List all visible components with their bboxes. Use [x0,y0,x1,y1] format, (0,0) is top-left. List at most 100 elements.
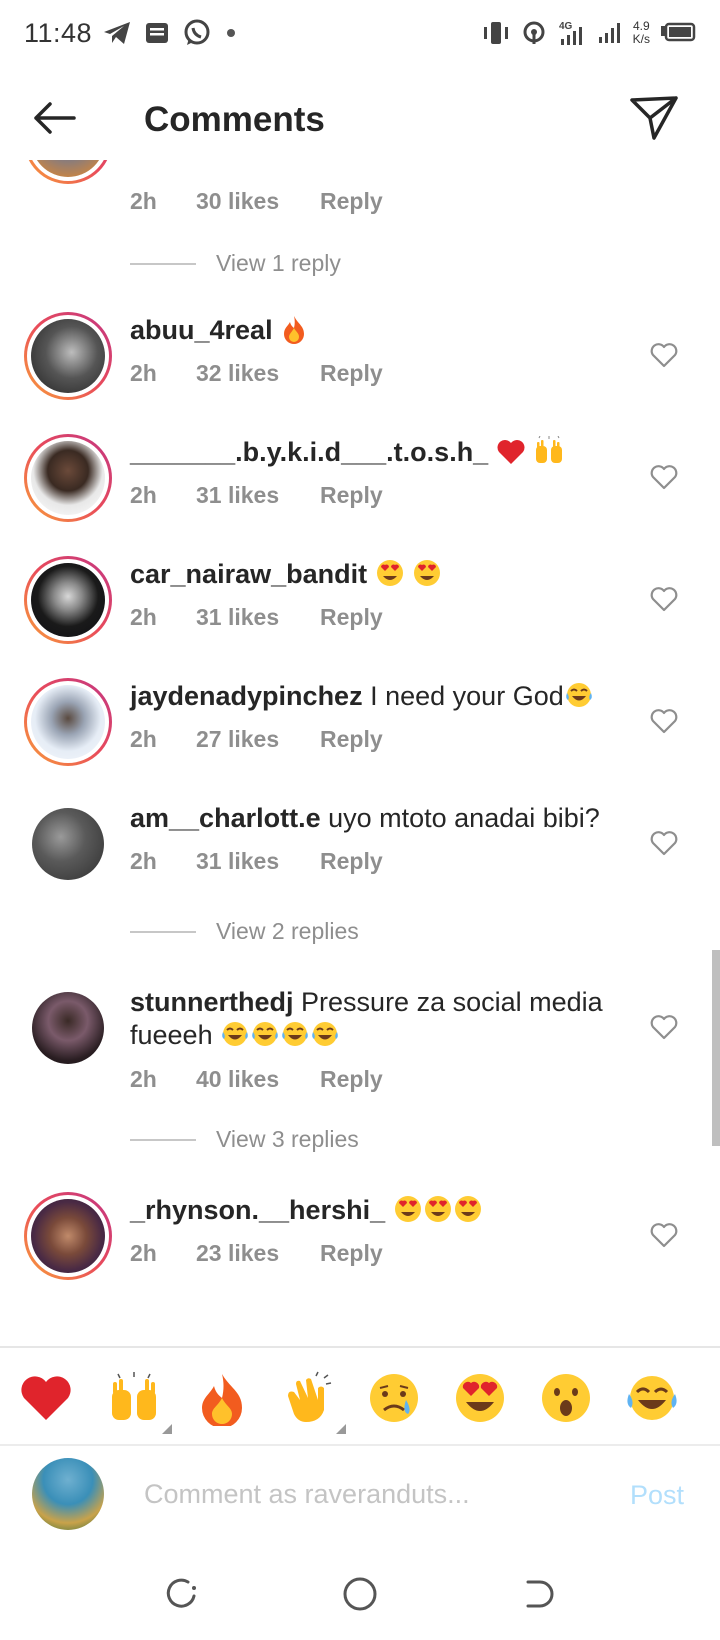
message-icon [144,20,170,46]
comment-time: 2h [130,1066,157,1092]
avatar[interactable] [32,992,104,1064]
comment-username[interactable]: stunnerthedj [130,987,294,1017]
comment-text: car_nairaw_bandit [130,558,615,591]
user-avatar[interactable] [32,1458,104,1530]
comment-meta: 2h 23 likes Reply [130,1240,383,1267]
tears-of-joy-icon [310,1020,340,1050]
view-replies-label: View 3 replies [216,1126,359,1152]
comment-text: abuu_4real [130,314,615,347]
raising-hands-icon[interactable] [106,1370,172,1434]
back-button[interactable] [28,98,80,138]
comment-text: stunnerthedj Pressure za social media fu… [130,986,615,1052]
avatar[interactable] [24,678,112,766]
heart-eyes-icon [393,1195,423,1225]
back-nav-button[interactable] [518,1574,558,1614]
battery-icon [660,22,696,44]
view-replies-button[interactable]: View 1 reply [130,250,341,277]
comment-likes[interactable]: 30 likes [196,188,320,215]
comment-likes[interactable]: 31 likes [196,604,320,631]
comment-username[interactable]: _rhynson.__hershi_ [130,1195,385,1225]
like-heart-icon[interactable] [650,586,678,612]
comment-meta: 2h 30 likes Reply [130,188,383,215]
view-replies-button[interactable]: View 2 replies [130,918,359,945]
comment-time: 2h [130,848,157,874]
quick-emoji-bar [0,1348,720,1444]
avatar[interactable] [32,808,104,880]
heart-eyes-icon[interactable] [452,1370,508,1426]
comment-likes[interactable]: 23 likes [196,1240,320,1267]
crying-face-icon[interactable] [366,1370,422,1426]
scrollbar-thumb[interactable] [712,950,720,1146]
signal-4g-icon: 4G [557,19,587,47]
comment-username[interactable]: car_nairaw_bandit [130,559,367,589]
comment-likes[interactable]: 40 likes [196,1066,320,1093]
comment-time: 2h [130,604,157,630]
avatar[interactable] [24,434,112,522]
comments-list[interactable]: 2h 30 likes Reply View 1 reply abuu_4rea… [0,160,720,1346]
reply-button[interactable]: Reply [320,360,383,387]
comment-username[interactable]: jaydenadypinchez [130,681,363,711]
comment-time: 2h [130,188,157,214]
comment-username[interactable]: am__charlott.e [130,803,321,833]
comment-meta: 2h 40 likes Reply [130,1066,383,1093]
reply-button[interactable]: Reply [320,726,383,753]
reply-button[interactable]: Reply [320,604,383,631]
comment-username[interactable]: _______.b.y.k.i.d___.t.o.s.h_ [130,437,488,467]
comment-body: I need your God [370,681,564,711]
surprised-face-icon[interactable] [538,1370,594,1426]
comment-username[interactable]: abuu_4real [130,315,273,345]
comment-likes[interactable]: 27 likes [196,726,320,753]
like-heart-icon[interactable] [650,464,678,490]
clapping-hands-icon[interactable] [280,1370,346,1434]
comment-meta: 2h 31 likes Reply [130,482,383,509]
reply-button[interactable]: Reply [320,1240,383,1267]
comment-meta: 2h 27 likes Reply [130,726,383,753]
view-replies-label: View 1 reply [216,250,341,276]
reply-button[interactable]: Reply [320,188,383,215]
hotspot-icon [521,20,547,46]
skin-tone-indicator [162,1424,172,1434]
reply-button[interactable]: Reply [320,1066,383,1093]
comment-time: 2h [130,482,157,508]
like-heart-icon[interactable] [650,1014,678,1040]
fire-icon[interactable] [194,1370,250,1428]
tears-of-joy-icon [220,1020,250,1050]
home-button[interactable] [340,1574,380,1614]
view-replies-button[interactable]: View 3 replies [130,1126,359,1153]
speed-unit: K/s [632,32,650,46]
share-button[interactable] [628,94,680,142]
reply-button[interactable]: Reply [320,482,383,509]
avatar[interactable] [24,1192,112,1280]
avatar[interactable] [24,160,112,184]
comment-input[interactable] [144,1472,594,1516]
comment-body: uyo mtoto anadai bibi? [328,803,600,833]
like-heart-icon[interactable] [650,1222,678,1248]
home-circle-icon [343,1577,377,1611]
avatar[interactable] [24,312,112,400]
red-heart-icon[interactable] [18,1370,74,1426]
recent-apps-button[interactable] [162,1574,202,1614]
avatar[interactable] [24,556,112,644]
tears-of-joy-icon[interactable] [624,1370,680,1426]
comment-likes[interactable]: 31 likes [196,848,320,875]
comment-time: 2h [130,726,157,752]
comment-text: _rhynson.__hershi_ [130,1194,615,1227]
view-replies-label: View 2 replies [216,918,359,944]
like-heart-icon[interactable] [650,830,678,856]
vibrate-icon [481,20,511,46]
like-heart-icon[interactable] [650,342,678,368]
reply-button[interactable]: Reply [320,848,383,875]
status-bar: 11:48 4G 4.9 K/s [0,0,720,66]
comment-text: _______.b.y.k.i.d___.t.o.s.h_ [130,435,615,469]
comment-likes[interactable]: 32 likes [196,360,320,387]
comment-likes[interactable]: 31 likes [196,482,320,509]
like-heart-icon[interactable] [650,708,678,734]
tears-of-joy-icon [564,681,594,711]
post-button[interactable]: Post [630,1480,684,1511]
whatsapp-icon [182,18,212,48]
network-speed: 4.9 K/s [633,20,650,46]
comment-composer: Post [0,1446,720,1546]
heart-eyes-icon [453,1195,483,1225]
comment-time: 2h [130,1240,157,1266]
status-time: 11:48 [24,17,93,48]
